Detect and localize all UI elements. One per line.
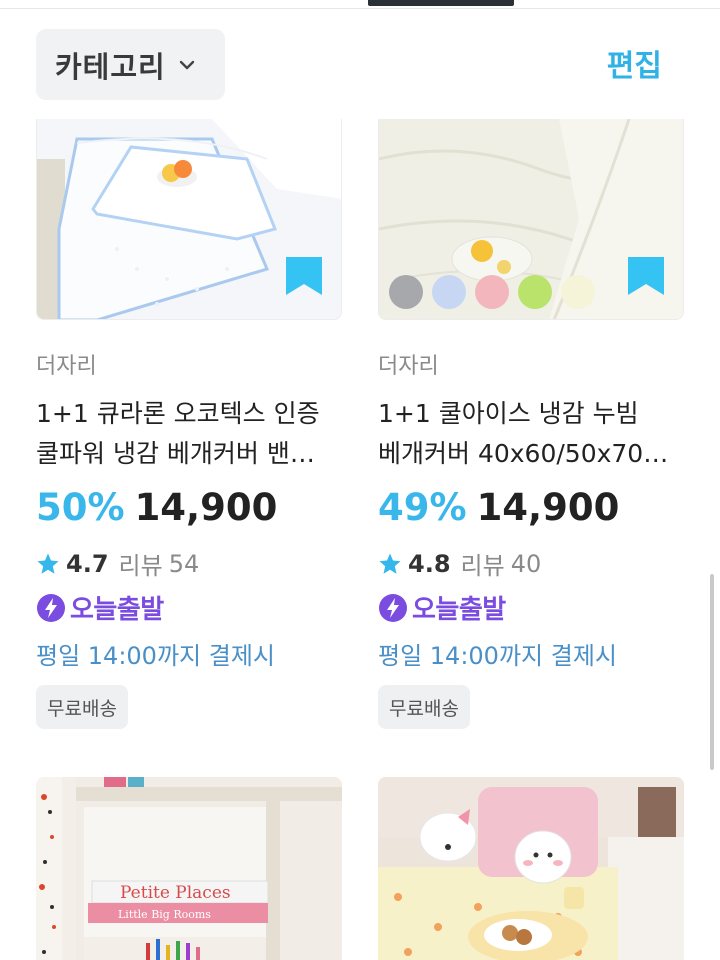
discount-rate: 49% xyxy=(378,486,467,529)
price-row: 49% 14,900 xyxy=(378,486,619,529)
star-icon xyxy=(37,553,59,574)
edit-button[interactable]: 편집 xyxy=(607,41,662,85)
review-count: 54 xyxy=(168,549,200,578)
brand-name: 더자리 xyxy=(378,354,439,379)
free-shipping-badge: 무료배송 xyxy=(36,685,128,729)
category-label: 카테고리 xyxy=(55,49,166,84)
rating-row: 4.7 리뷰 54 xyxy=(36,546,199,581)
price-row: 50% 14,900 xyxy=(36,486,277,529)
product-image[interactable] xyxy=(36,119,342,320)
free-shipping-badge: 무료배송 xyxy=(378,685,470,729)
price: 14,900 xyxy=(476,486,620,529)
product-title[interactable]: 1+1 쿨아이스 냉감 누빔 베개커버 40x60/50x70… xyxy=(378,394,684,474)
review-count: 40 xyxy=(510,549,542,578)
product-title-line: 쿨파워 냉감 베개커버 밴… xyxy=(36,439,315,468)
scrollbar[interactable] xyxy=(710,574,714,770)
product-image[interactable] xyxy=(378,777,684,960)
product-title-line: 1+1 큐라론 오코텍스 인증 xyxy=(36,399,320,428)
lightning-bolt-icon xyxy=(379,593,407,622)
top-divider xyxy=(0,8,720,9)
shipping-deadline: 평일 14:00까지 결제시 xyxy=(36,642,275,670)
lightning-bolt-icon xyxy=(37,593,65,622)
product-image[interactable] xyxy=(378,119,684,320)
category-dropdown-button[interactable]: 카테고리 xyxy=(36,29,225,100)
brand-name: 더자리 xyxy=(36,354,97,379)
today-shipping-label: 오늘출발 xyxy=(70,595,164,625)
bookmark-icon[interactable] xyxy=(625,255,667,297)
review-label: 리뷰 xyxy=(460,552,505,580)
product-title[interactable]: 1+1 큐라론 오코텍스 인증 쿨파워 냉감 베개커버 밴… xyxy=(36,394,342,474)
rating-value: 4.8 xyxy=(408,549,451,578)
discount-rate: 50% xyxy=(36,486,125,529)
star-icon xyxy=(379,553,401,574)
today-shipping-badge: 오늘출발 xyxy=(378,589,506,626)
active-tab-indicator xyxy=(368,0,514,6)
book-spine-line: Petite Places xyxy=(120,883,231,903)
product-card[interactable]: 더자리 1+1 큐라론 오코텍스 인증 쿨파워 냉감 베개커버 밴… 50% 1… xyxy=(36,119,342,729)
product-title-line: 1+1 쿨아이스 냉감 누빔 xyxy=(378,399,639,428)
shipping-deadline: 평일 14:00까지 결제시 xyxy=(378,642,617,670)
product-title-line: 베개커버 40x60/50x70… xyxy=(378,439,669,468)
product-image[interactable]: Petite Places Little Big Rooms xyxy=(36,777,342,960)
rating-row: 4.8 리뷰 40 xyxy=(378,546,541,581)
rating-value: 4.7 xyxy=(66,549,109,578)
today-shipping-badge: 오늘출발 xyxy=(36,589,164,626)
today-shipping-label: 오늘출발 xyxy=(412,595,506,625)
chevron-down-icon xyxy=(179,60,194,69)
book-spine-line: Little Big Rooms xyxy=(118,908,211,921)
review-label: 리뷰 xyxy=(118,552,163,580)
color-swatches xyxy=(389,275,595,309)
bookmark-icon[interactable] xyxy=(283,255,325,297)
price: 14,900 xyxy=(134,486,278,529)
product-card[interactable]: 더자리 1+1 쿨아이스 냉감 누빔 베개커버 40x60/50x70… 49%… xyxy=(378,119,684,729)
